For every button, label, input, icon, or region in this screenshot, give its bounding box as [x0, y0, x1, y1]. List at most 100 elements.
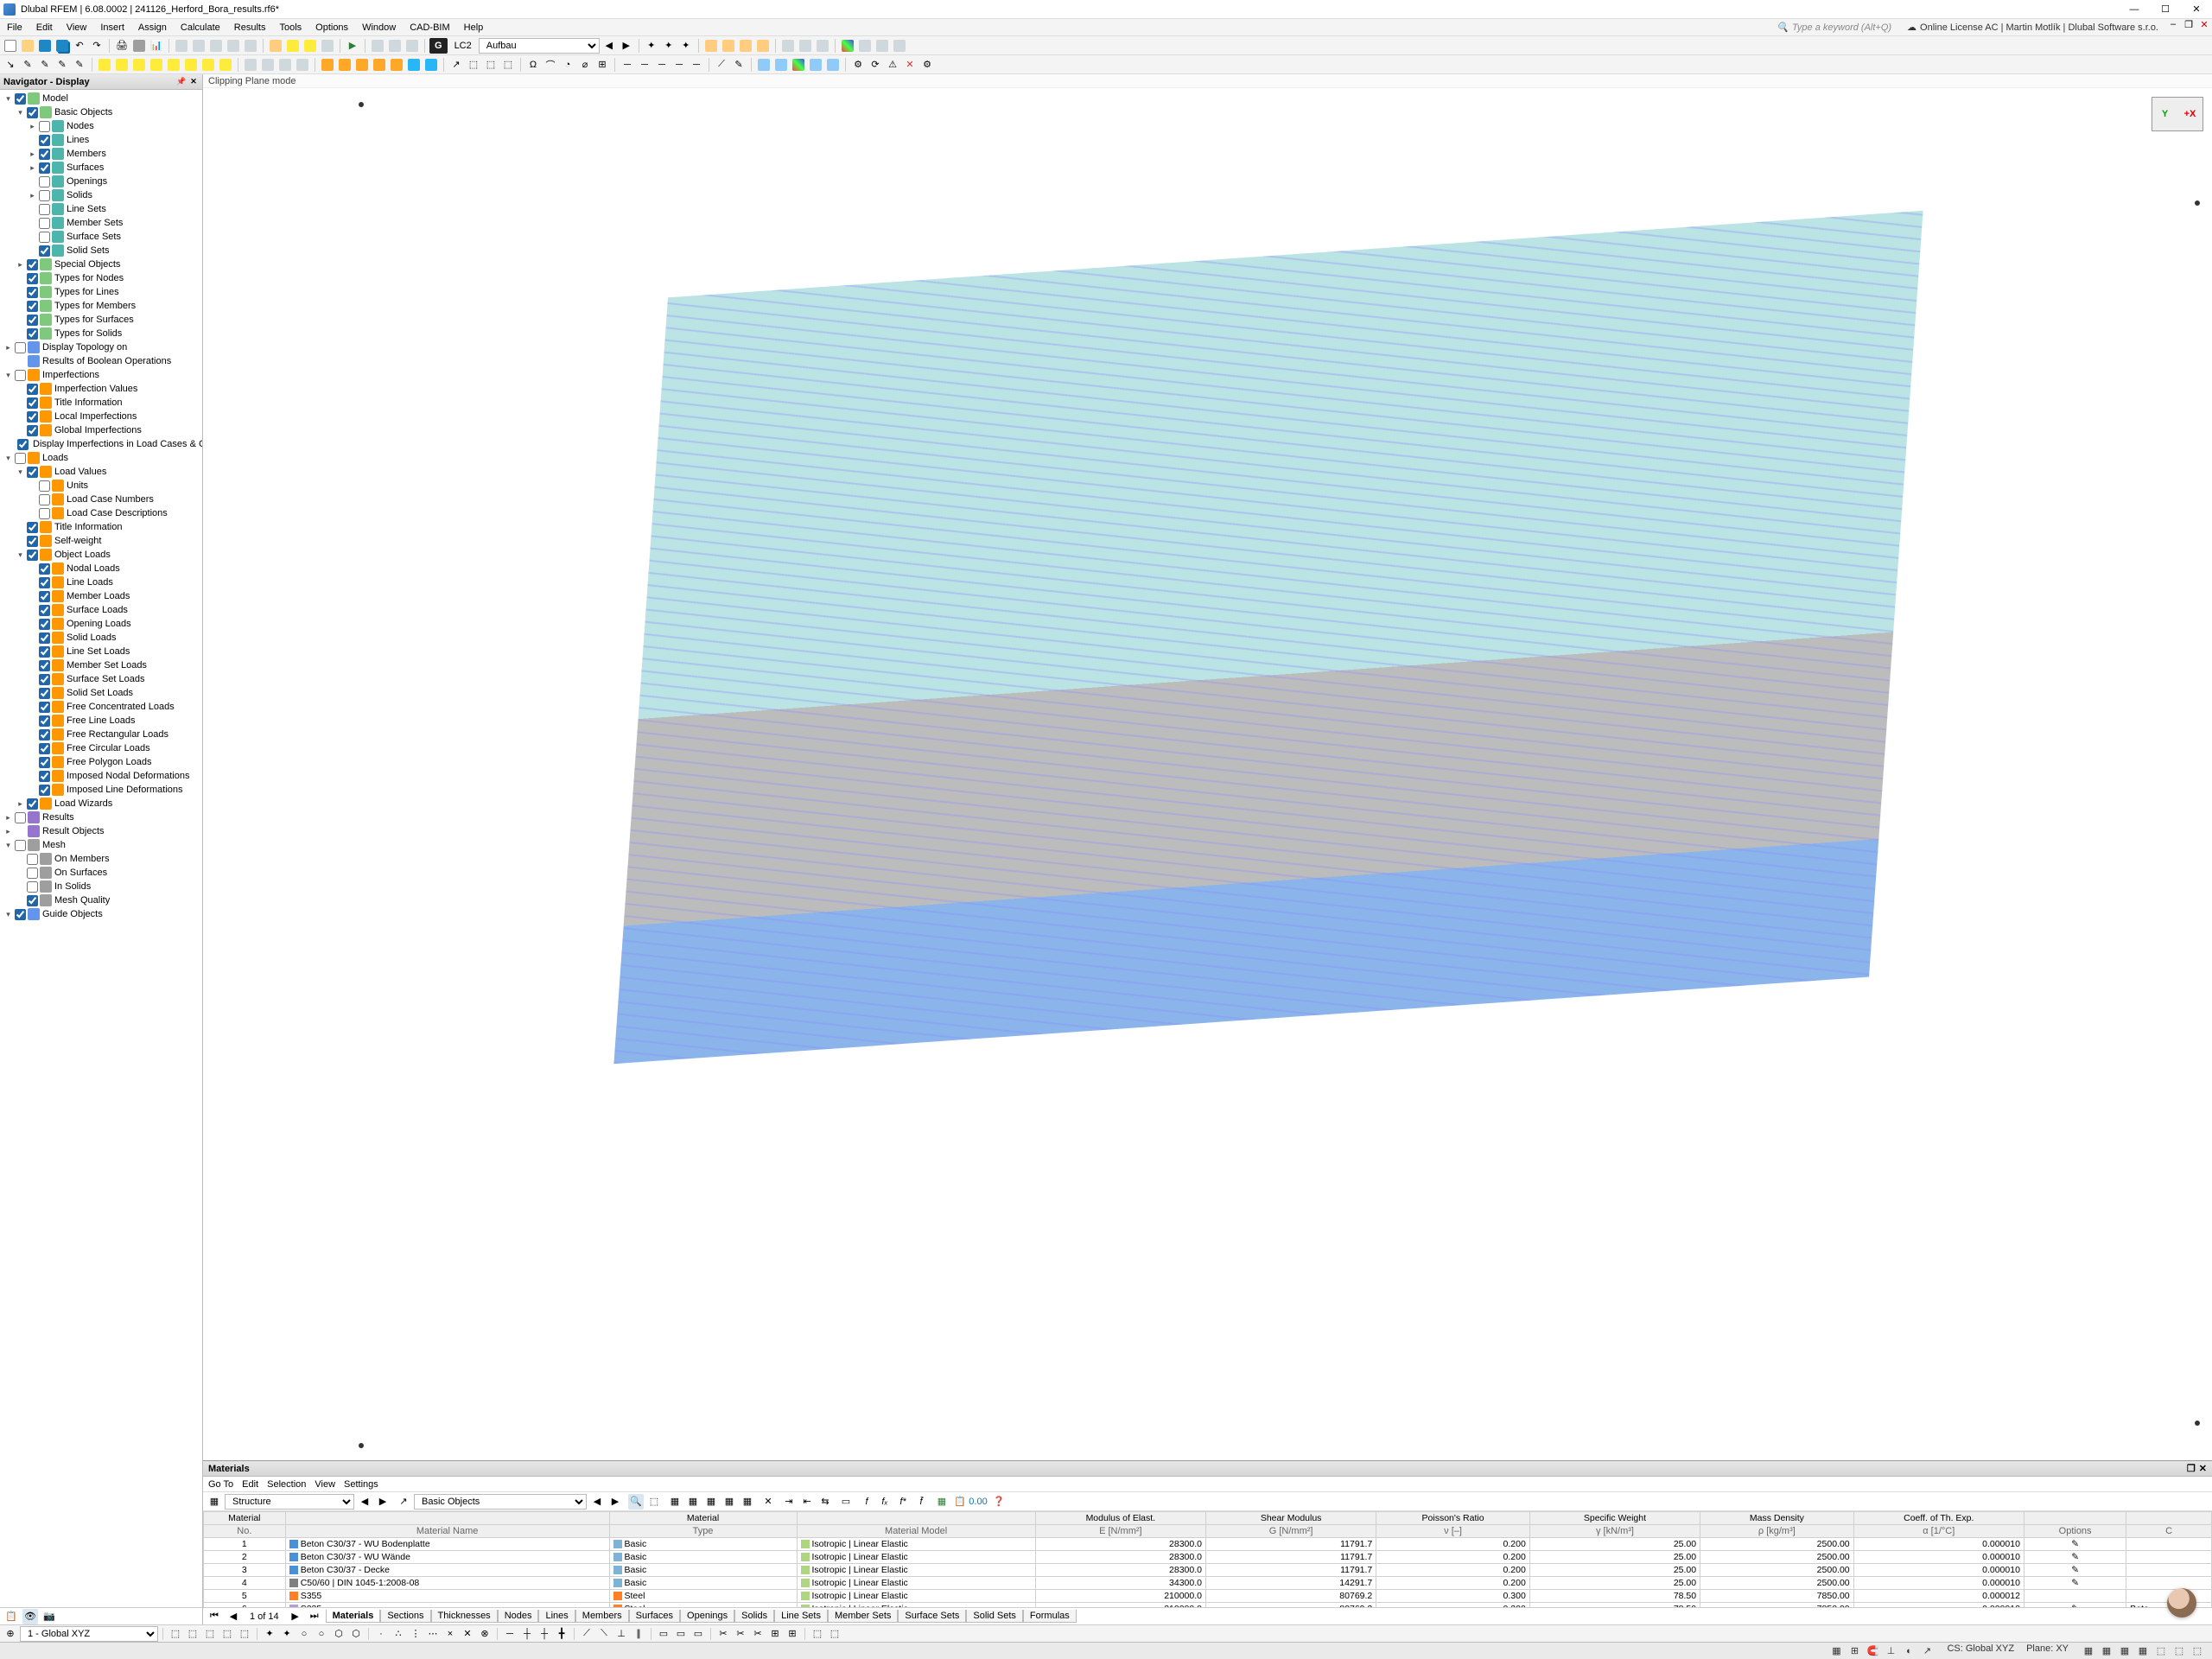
tree-checkbox[interactable] [39, 204, 50, 215]
mat-tb-fx2[interactable]: fₓ [877, 1494, 893, 1510]
tree-checkbox[interactable] [39, 646, 50, 658]
tree-self-weight[interactable]: Self-weight [0, 534, 202, 548]
mat-tb-fx4[interactable]: f̄ [913, 1494, 929, 1510]
tab-line-sets[interactable]: Line Sets [774, 1610, 828, 1623]
cell[interactable]: 0.200 [1376, 1577, 1530, 1590]
tree-load-values[interactable]: ▾Load Values [0, 465, 202, 479]
bt-28[interactable]: ▭ [673, 1626, 689, 1642]
tree-display-topology-on[interactable]: ▸Display Topology on [0, 340, 202, 354]
tree-checkbox[interactable] [39, 702, 50, 713]
cell[interactable]: 34300.0 [1035, 1577, 1205, 1590]
tb2-24[interactable] [423, 57, 439, 73]
mat-menu-go-to[interactable]: Go To [208, 1479, 233, 1490]
bt-7[interactable]: ✦ [279, 1626, 295, 1642]
tb2-grid-5[interactable] [825, 57, 841, 73]
tb2-42[interactable]: ⟳ [868, 57, 883, 73]
materials-close-icon[interactable]: ✕ [2199, 1463, 2207, 1474]
bt-23[interactable]: ⟋ [579, 1626, 594, 1642]
tree-toggle-icon[interactable]: ▾ [3, 94, 13, 104]
mdichild-minimize[interactable]: – [2165, 19, 2181, 35]
tree-free-concentrated-loads[interactable]: Free Concentrated Loads [0, 700, 202, 714]
tree-results-of-boolean-operations[interactable]: Results of Boolean Operations [0, 354, 202, 368]
tree-global-imperfections[interactable]: Global Imperfections [0, 423, 202, 437]
bt-3[interactable]: ⬚ [202, 1626, 218, 1642]
tree-load-wizards[interactable]: ▸Load Wizards [0, 797, 202, 810]
tab-surface-sets[interactable]: Surface Sets [898, 1610, 966, 1623]
tb2-32[interactable]: ⌀ [577, 57, 593, 73]
axis-x[interactable]: +X [2177, 98, 2202, 130]
tree-solid-sets[interactable]: Solid Sets [0, 244, 202, 257]
tree-checkbox[interactable] [39, 660, 50, 671]
mat-tb-1[interactable]: 🔍 [628, 1494, 644, 1510]
objects-select[interactable]: Basic Objects [414, 1494, 587, 1510]
mdichild-close[interactable]: ✕ [2196, 19, 2212, 35]
toolbar-btn-42[interactable] [874, 38, 890, 54]
col-subheader[interactable]: Material Model [797, 1525, 1035, 1538]
pager-prev-icon[interactable]: ◀ [226, 1609, 241, 1624]
col-header[interactable] [2126, 1512, 2212, 1525]
tree-checkbox[interactable] [15, 840, 26, 851]
cell[interactable]: 2500.00 [1700, 1538, 1854, 1551]
tree-checkbox[interactable] [39, 563, 50, 575]
mat-tb-9[interactable]: ⇤ [799, 1494, 815, 1510]
cell[interactable]: S355 [285, 1590, 609, 1603]
col-header[interactable]: Material [204, 1512, 286, 1525]
cell[interactable]: 0.200 [1376, 1551, 1530, 1564]
tab-solid-sets[interactable]: Solid Sets [966, 1610, 1023, 1623]
tree-checkbox[interactable] [27, 467, 38, 478]
tree-checkbox[interactable] [39, 605, 50, 616]
table-row[interactable]: 5S355SteelIsotropic | Linear Elastic2100… [204, 1590, 2212, 1603]
tree-toggle-icon[interactable]: ▸ [3, 813, 13, 823]
bt-13[interactable]: ∴ [391, 1626, 406, 1642]
st-v1[interactable]: ▦ [2081, 1643, 2096, 1659]
calculate-icon[interactable]: 📊 [149, 38, 164, 54]
menu-calculate[interactable]: Calculate [174, 19, 227, 35]
tree-checkbox[interactable] [39, 218, 50, 229]
tree-member-set-loads[interactable]: Member Set Loads [0, 658, 202, 672]
tree-guide-objects[interactable]: ▾Guide Objects [0, 907, 202, 921]
tree-in-solids[interactable]: In Solids [0, 880, 202, 893]
cell[interactable]: 11791.7 [1205, 1564, 1376, 1577]
tb2-31[interactable]: ◔ [560, 57, 575, 73]
tree-toggle-icon[interactable]: ▸ [28, 122, 37, 131]
st-track-icon[interactable]: ↗ [1919, 1643, 1935, 1659]
menu-edit[interactable]: Edit [29, 19, 60, 35]
tab-nodes[interactable]: Nodes [498, 1610, 539, 1623]
tb2-1[interactable]: ↘ [3, 57, 18, 73]
tb2-12[interactable] [200, 57, 216, 73]
cell[interactable] [2126, 1538, 2212, 1551]
tree-title-information[interactable]: Title Information [0, 396, 202, 410]
mat-tb-13[interactable]: 0.00 [970, 1494, 986, 1510]
tree-surface-loads[interactable]: Surface Loads [0, 603, 202, 617]
mat-menu-settings[interactable]: Settings [344, 1479, 378, 1490]
tree-free-circular-loads[interactable]: Free Circular Loads [0, 741, 202, 755]
bt-34[interactable]: ⊞ [785, 1626, 800, 1642]
tree-toggle-icon[interactable]: ▸ [28, 163, 37, 173]
cell[interactable]: Basic [609, 1577, 797, 1590]
tree-line-sets[interactable]: Line Sets [0, 202, 202, 216]
tree-checkbox[interactable] [39, 577, 50, 588]
st-osnap-icon[interactable]: 🧲 [1865, 1643, 1880, 1659]
mat-tb-8[interactable]: ⇥ [781, 1494, 797, 1510]
tree-checkbox[interactable] [39, 176, 50, 188]
st-v5[interactable]: ⬚ [2153, 1643, 2169, 1659]
tree-checkbox[interactable] [15, 812, 26, 823]
bt-2[interactable]: ⬚ [185, 1626, 200, 1642]
table-row[interactable]: 4C50/60 | DIN 1045-1:2008-08BasicIsotrop… [204, 1577, 2212, 1590]
toolbar-btn-34[interactable] [721, 38, 736, 54]
tab-openings[interactable]: Openings [680, 1610, 734, 1623]
mat-tb-help-icon[interactable]: ❓ [991, 1494, 1007, 1510]
tree-surfaces[interactable]: ▸Surfaces [0, 161, 202, 175]
toolbar-btn-33[interactable] [703, 38, 719, 54]
cell[interactable] [2126, 1551, 2212, 1564]
viewport[interactable]: Clipping Plane mode Y +X Materials ❐ ✕ G… [203, 74, 2212, 1624]
mat-struct-next-icon[interactable]: ▶ [375, 1494, 391, 1510]
tab-thicknesses[interactable]: Thicknesses [431, 1610, 498, 1623]
cell[interactable]: 11791.7 [1205, 1538, 1376, 1551]
tree-toggle-icon[interactable]: ▾ [16, 108, 25, 118]
tb2-6[interactable] [97, 57, 112, 73]
tree-imperfections[interactable]: ▾Imperfections [0, 368, 202, 382]
tree-checkbox[interactable] [15, 909, 26, 920]
tree-imposed-nodal-deformations[interactable]: Imposed Nodal Deformations [0, 769, 202, 783]
tree-free-polygon-loads[interactable]: Free Polygon Loads [0, 755, 202, 769]
